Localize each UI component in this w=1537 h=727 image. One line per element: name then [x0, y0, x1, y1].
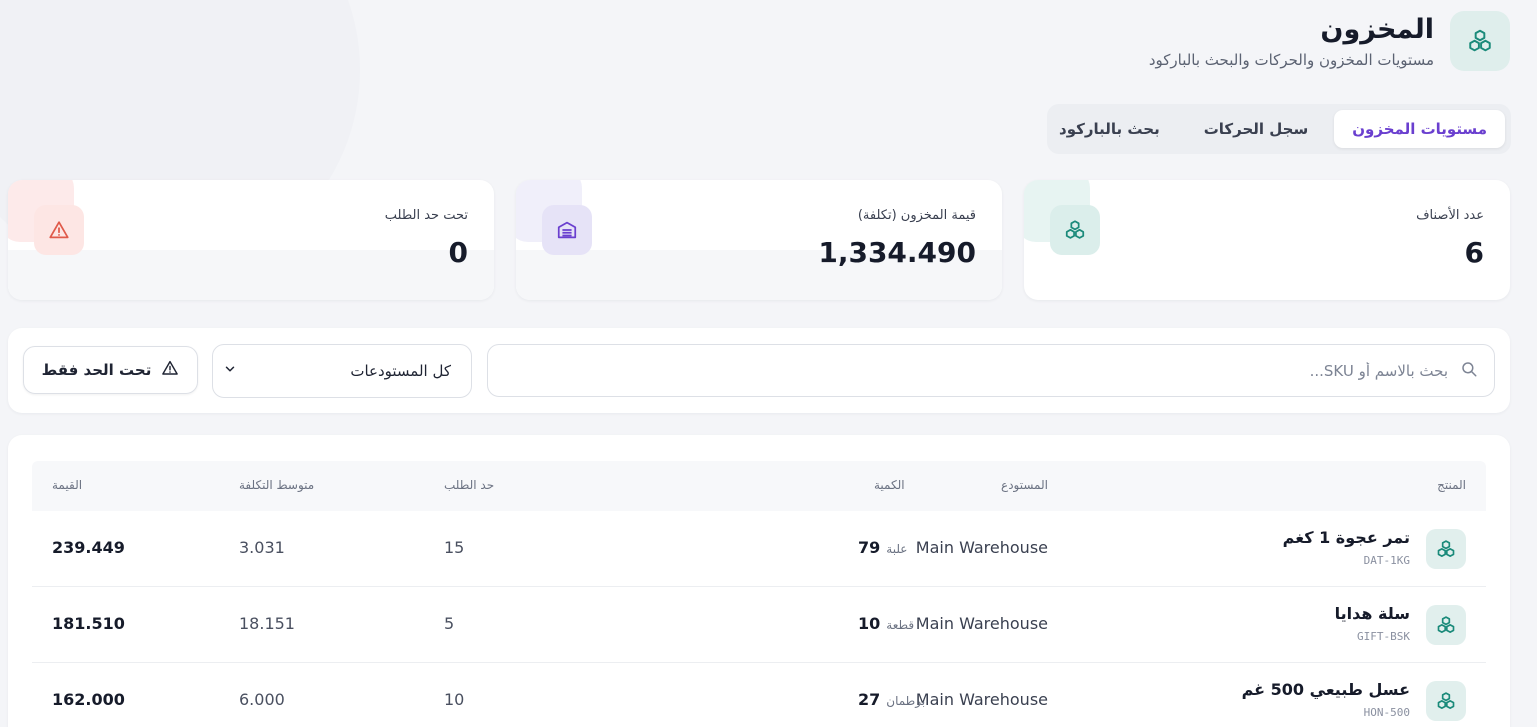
tab-bar: مستويات المخزون سجل الحركات بحث بالباركو… — [1047, 104, 1511, 154]
warehouse-cell: Main Warehouse — [915, 614, 1048, 633]
alert-triangle-icon — [161, 359, 179, 381]
page-subtitle: مستويات المخزون والحركات والبحث بالباركو… — [1148, 51, 1434, 69]
quantity-unit: قطعة — [886, 618, 915, 632]
quantity-unit: برطمان — [886, 694, 926, 708]
warehouse-cell: Main Warehouse — [915, 690, 1048, 709]
stat-value: 1,334.490 — [818, 236, 976, 269]
value-cell: 162.000 — [52, 690, 125, 709]
quantity-cell: 10 قطعة — [858, 614, 914, 633]
column-header-product: المنتج — [1437, 478, 1466, 492]
search-input[interactable] — [548, 361, 1448, 380]
filter-bar: كل المستودعات تحت الحد فقط — [8, 328, 1510, 413]
boxes-icon — [1450, 11, 1510, 71]
card-lower-band — [8, 249, 494, 300]
product-name: عسل طبيعي 500 غم — [1241, 680, 1410, 699]
product-sku: DAT-1KG — [1363, 554, 1410, 567]
search-box[interactable] — [487, 344, 1495, 397]
reorder-cell: 10 — [444, 690, 465, 709]
stat-card-items: عدد الأصناف 6 — [1024, 180, 1510, 300]
quantity-cell: 79 علبة — [858, 538, 907, 557]
product-sku: HON-500 — [1363, 706, 1410, 719]
stat-label: عدد الأصناف — [1416, 208, 1484, 223]
product-sku: GIFT-BSK — [1357, 630, 1410, 643]
stock-table: المنتج المستودع الكمية حد الطلب متوسط ال… — [8, 435, 1510, 727]
column-header-value: القيمة — [52, 478, 83, 492]
avg-cost-cell: 6.000 — [239, 690, 285, 709]
search-icon — [1460, 360, 1478, 382]
warehouse-select-value: كل المستودعات — [350, 362, 451, 380]
avg-cost-cell: 18.151 — [239, 614, 295, 633]
value-cell: 239.449 — [52, 538, 125, 557]
stat-label: قيمة المخزون (تكلفة) — [857, 208, 976, 223]
reorder-cell: 5 — [444, 614, 455, 633]
warehouse-cell: Main Warehouse — [915, 538, 1048, 557]
boxes-icon — [1426, 681, 1466, 721]
warehouse-select[interactable]: كل المستودعات — [212, 344, 472, 398]
below-threshold-only-button[interactable]: تحت الحد فقط — [23, 346, 198, 394]
warehouse-icon — [542, 205, 592, 255]
avg-cost-cell: 3.031 — [239, 538, 285, 557]
table-row[interactable]: تمر عجوة 1 كغم DAT-1KG Main Warehouse 79… — [32, 511, 1486, 587]
boxes-icon — [1426, 605, 1466, 645]
tab-stock-levels[interactable]: مستويات المخزون — [1334, 110, 1505, 148]
tab-barcode-search[interactable]: بحث بالباركود — [1041, 110, 1178, 148]
stat-value: 6 — [1464, 236, 1484, 269]
tab-movements-log[interactable]: سجل الحركات — [1186, 110, 1327, 148]
quantity-value: 27 — [858, 690, 881, 709]
quantity-value: 79 — [858, 538, 881, 557]
column-header-reorder: حد الطلب — [444, 478, 495, 492]
reorder-cell: 15 — [444, 538, 465, 557]
column-header-avg-cost: متوسط التكلفة — [239, 478, 315, 492]
column-header-warehouse: المستودع — [1001, 478, 1048, 492]
table-row[interactable]: سلة هدايا GIFT-BSK Main Warehouse 10 قطع… — [32, 587, 1486, 663]
stat-card-below-reorder: تحت حد الطلب 0 — [8, 180, 494, 300]
stat-label: تحت حد الطلب — [384, 208, 468, 223]
product-name: سلة هدايا — [1334, 604, 1410, 623]
product-name: تمر عجوة 1 كغم — [1282, 528, 1410, 547]
page-header: المخزون مستويات المخزون والحركات والبحث … — [1149, 11, 1510, 71]
alert-triangle-icon — [34, 205, 84, 255]
quantity-unit: علبة — [886, 542, 908, 556]
quantity-value: 10 — [858, 614, 881, 633]
below-threshold-only-label: تحت الحد فقط — [41, 361, 152, 379]
page-title: المخزون — [1320, 14, 1434, 45]
stat-value: 0 — [448, 236, 468, 269]
quantity-cell: 27 برطمان — [858, 690, 925, 709]
table-header: المنتج المستودع الكمية حد الطلب متوسط ال… — [32, 461, 1486, 511]
stat-card-inventory-value: قيمة المخزون (تكلفة) 1,334.490 — [516, 180, 1002, 300]
boxes-icon — [1050, 205, 1100, 255]
boxes-icon — [1426, 529, 1466, 569]
table-row[interactable]: عسل طبيعي 500 غم HON-500 Main Warehouse … — [32, 663, 1486, 727]
chevron-down-icon — [223, 362, 237, 380]
column-header-quantity: الكمية — [874, 478, 905, 492]
value-cell: 181.510 — [52, 614, 125, 633]
